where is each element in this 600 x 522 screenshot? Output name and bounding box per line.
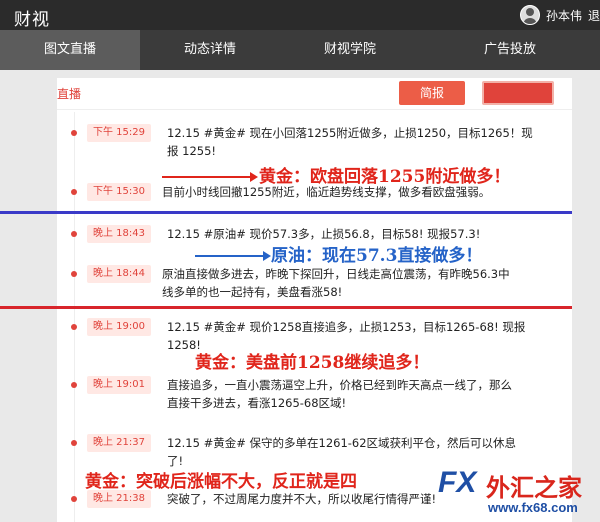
timestamp-badge: 晚上 19:01: [87, 376, 151, 394]
timeline-dot: [71, 324, 77, 330]
timeline-dot: [71, 382, 77, 388]
timestamp-badge: 下午 15:30: [87, 183, 151, 201]
user-menu[interactable]: 孙本伟 退: [519, 5, 600, 25]
entry-line: 直接干多进去，看涨1265-68区域!: [167, 396, 347, 410]
entry-line: 原油直接做多进去，昨晚下探回升，日线走高位震荡，有昨晚56.3中: [162, 267, 510, 281]
watermark-logo: FX 外汇之家 www.fx68.com: [438, 462, 600, 522]
tab-dynamic-details[interactable]: 动态详情: [140, 30, 280, 70]
tab-live-broadcast[interactable]: 图文直播: [0, 30, 140, 70]
section-divider: [0, 211, 572, 214]
timeline-dot: [71, 496, 77, 502]
timestamp-badge: 晚上 19:00: [87, 318, 151, 336]
timestamp-badge: 下午 15:29: [87, 124, 151, 142]
entry-line: 目前小时线回撤1255附近，临近趋势线支撑，做多看欧盘强弱。: [162, 185, 491, 199]
entry-text: 直接追多，一直小震荡逼空上升，价格已经到昨天高点一线了，那么 直接干多进去，看涨…: [167, 376, 557, 412]
brand-logo[interactable]: 财视: [14, 5, 50, 30]
avatar[interactable]: [519, 5, 540, 25]
timeline-dot: [71, 189, 77, 195]
watermark-fx: FX: [438, 466, 477, 499]
arrow-icon: [162, 172, 258, 182]
section-divider: [0, 306, 572, 309]
watermark-cn: 外汇之家: [486, 473, 582, 502]
entry-line: 12.15 #黄金# 保守的多单在1261-62区域获利平仓，然后可以休息: [167, 436, 517, 450]
tab-advertising[interactable]: 广告投放: [420, 30, 600, 70]
tab-academy[interactable]: 财视学院: [280, 30, 420, 70]
timestamp-badge: 晚上 21:37: [87, 434, 151, 452]
annotation-oil: 原油：现在57.3直接做多！: [271, 246, 483, 266]
logout-link[interactable]: 退: [588, 7, 600, 24]
top-bar: 财视 孙本伟 退: [0, 0, 600, 30]
annotation-gold-3: 黄金：突破后涨幅不大，反正就是四: [85, 472, 357, 492]
entry-line: 12.15 #黄金# 现在小回落1255附近做多，止损1250，目标1265！现: [167, 126, 533, 140]
timeline-dot: [71, 440, 77, 446]
timestamp-badge: 晚上 21:38: [87, 490, 151, 508]
entry-text: 12.15 #黄金# 现在小回落1255附近做多，止损1250，目标1265！现…: [167, 124, 557, 160]
arrow-icon: [195, 251, 271, 261]
entry-text: 原油直接做多进去，昨晚下探回升，日线走高位震荡，有昨晚56.3中 线多单的也一起…: [162, 265, 552, 301]
red-action-button[interactable]: [482, 81, 554, 105]
entry-line: 报 1255!: [167, 144, 217, 158]
annotation-gold-2: 黄金：美盘前1258继续追多！: [195, 353, 430, 373]
timeline-dot: [71, 130, 77, 136]
timestamp-badge: 晚上 18:44: [87, 265, 151, 283]
timeline-line: [74, 112, 75, 522]
entry-line: 直接追多，一直小震荡逼空上升，价格已经到昨天高点一线了，那么: [167, 378, 512, 392]
user-name[interactable]: 孙本伟: [546, 7, 582, 24]
live-label[interactable]: 直播: [57, 85, 81, 102]
report-button[interactable]: 简报: [399, 81, 465, 105]
entry-line: 线多单的也一起持有，美盘看涨58!: [162, 285, 343, 299]
entry-text: 目前小时线回撤1255附近，临近趋势线支撑，做多看欧盘强弱。: [162, 183, 552, 201]
timeline-dot: [71, 271, 77, 277]
watermark-url: www.fx68.com: [488, 500, 578, 515]
timestamp-badge: 晚上 18:43: [87, 225, 151, 243]
main-nav: 图文直播 动态详情 财视学院 广告投放: [0, 30, 600, 70]
timeline-dot: [71, 231, 77, 237]
panel-header: 直播 简报: [57, 78, 572, 110]
live-panel: 直播 简报 下午 15:29 12.15 #黄金# 现在小回落1255附近做多，…: [57, 78, 572, 522]
